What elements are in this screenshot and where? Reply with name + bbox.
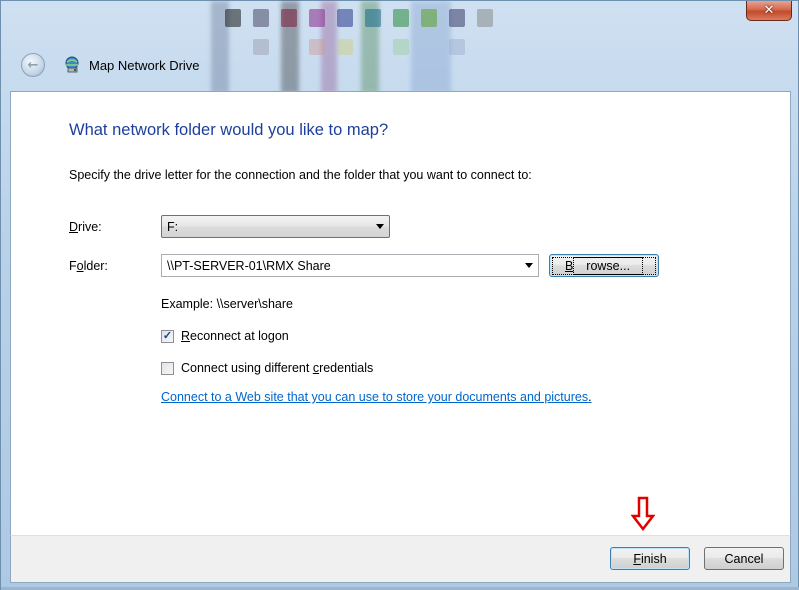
background-swatch (393, 9, 409, 27)
finish-button[interactable]: Finish (610, 547, 690, 570)
browse-button[interactable]: Browse... (549, 254, 659, 277)
background-swatch (337, 9, 353, 27)
credentials-checkbox[interactable] (161, 361, 174, 375)
credentials-label: Connect using different credentials (181, 361, 374, 375)
reconnect-checkbox[interactable]: ✓ (161, 329, 174, 343)
web-site-link[interactable]: Connect to a Web site that you can use t… (161, 390, 592, 404)
content-panel: What network folder would you like to ma… (10, 91, 791, 535)
reconnect-checkbox-row[interactable]: ✓ Reconnect at logon (161, 329, 289, 343)
browse-button-label: Browse... (551, 256, 657, 275)
cancel-button[interactable]: Cancel (704, 547, 784, 570)
page-heading: What network folder would you like to ma… (69, 121, 389, 139)
background-swatch (421, 9, 437, 27)
background-swatch (309, 39, 325, 55)
drive-label: Drive: (69, 220, 102, 234)
link-period: . (588, 390, 592, 404)
instructions-text: Specify the drive letter for the connect… (69, 168, 532, 182)
title-bar: ← Map Network Drive (21, 53, 200, 77)
back-button[interactable]: ← (21, 53, 45, 77)
close-icon: ✕ (763, 3, 775, 18)
background-swatch (393, 39, 409, 55)
back-arrow-icon: ← (27, 57, 39, 73)
background-swatch (309, 9, 325, 27)
folder-input-value: \\PT-SERVER-01\RMX Share (167, 258, 331, 273)
button-bar: Finish Cancel (10, 535, 791, 583)
dialog-window: ✕ ← Map Network Drive What network folde… (0, 0, 799, 590)
background-swatch (449, 39, 465, 55)
credentials-checkbox-row[interactable]: Connect using different credentials (161, 361, 373, 375)
reconnect-label: Reconnect at logon (181, 329, 289, 343)
red-down-arrow-icon (631, 496, 655, 532)
checkmark-icon: ✓ (162, 329, 173, 342)
chevron-down-icon[interactable] (525, 263, 533, 268)
cancel-button-label: Cancel (724, 551, 764, 566)
example-text: Example: \\server\share (161, 297, 293, 311)
folder-label: Folder: (69, 259, 108, 273)
drive-select[interactable]: F: (161, 215, 390, 238)
drive-select-value: F: (167, 219, 179, 234)
window-title: Map Network Drive (89, 57, 200, 73)
network-drive-icon (63, 56, 81, 74)
finish-button-label: Finish (633, 551, 667, 566)
background-swatch (337, 39, 353, 55)
folder-combo-input[interactable]: \\PT-SERVER-01\RMX Share (161, 254, 539, 277)
background-swatch (225, 9, 241, 27)
close-button[interactable]: ✕ (746, 1, 792, 21)
background-swatch (253, 9, 269, 27)
background-swatch (281, 9, 297, 27)
background-swatch (365, 9, 381, 27)
background-swatch (253, 39, 269, 55)
chevron-down-icon (376, 224, 384, 229)
background-swatch (477, 9, 493, 27)
background-swatch (449, 9, 465, 27)
